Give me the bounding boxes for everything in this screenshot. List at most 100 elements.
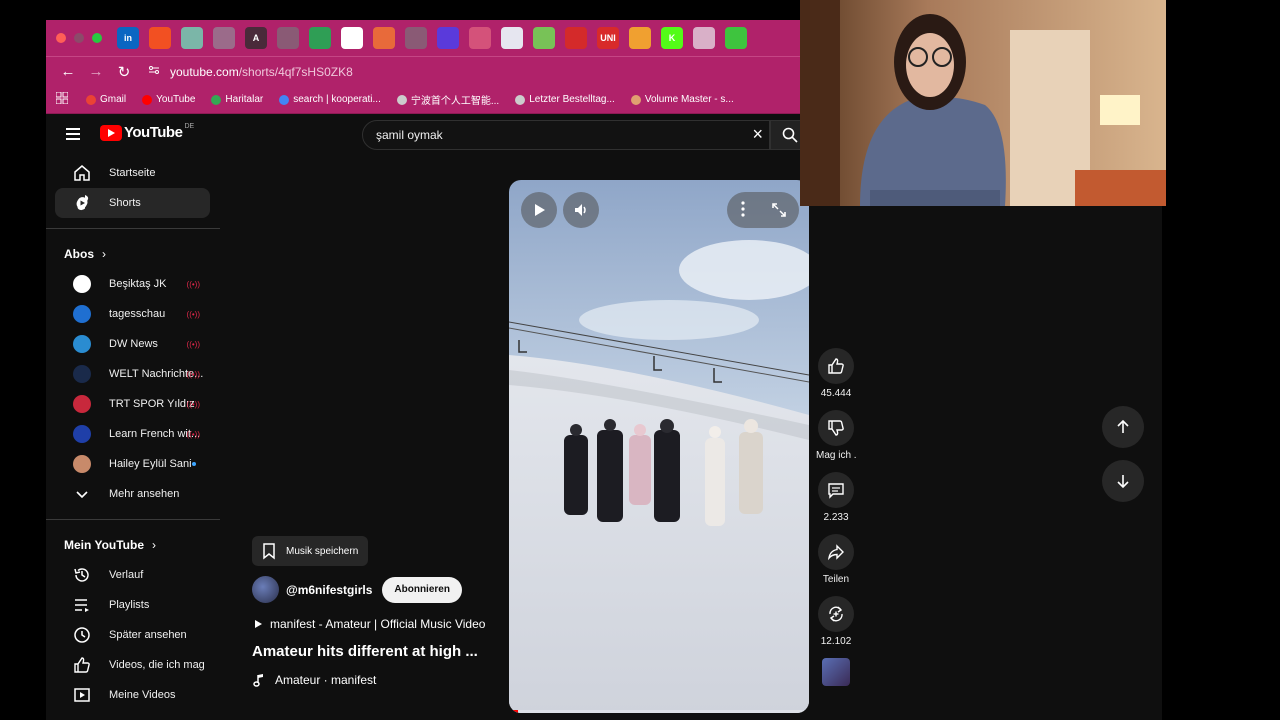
- sidebar-item-label: Verlauf: [109, 569, 144, 581]
- short-video-player[interactable]: [509, 180, 809, 713]
- sidebar-item-history[interactable]: Verlauf: [55, 560, 210, 590]
- save-music-button[interactable]: Musik speichern: [252, 536, 369, 566]
- order-bookmark[interactable]: Letzter Bestelltag...: [515, 94, 615, 105]
- doc-icon[interactable]: [501, 27, 523, 49]
- dislike-button[interactable]: [818, 410, 854, 446]
- save-music-label: Musik speichern: [286, 545, 359, 557]
- fullscreen-icon[interactable]: [771, 202, 787, 223]
- subscription-item[interactable]: tagesschau ((•)): [55, 299, 210, 329]
- playlist-icon: [73, 596, 91, 614]
- maximize-window-button[interactable]: [92, 33, 102, 43]
- google-drive-icon[interactable]: [309, 27, 331, 49]
- subscription-item[interactable]: Learn French wit... ((•)): [55, 419, 210, 449]
- clear-search-icon[interactable]: ×: [752, 124, 763, 145]
- gmail-icon: [86, 94, 96, 105]
- sidebar-item-watch-later[interactable]: Später ansehen: [55, 620, 210, 650]
- youtube-bookmark[interactable]: YouTube: [142, 94, 195, 105]
- volume-bookmark[interactable]: Volume Master - s...: [630, 94, 734, 105]
- orange-icon[interactable]: [629, 27, 651, 49]
- site-info-icon[interactable]: [148, 63, 160, 81]
- related-video-link[interactable]: manifest - Amateur | Official Music Vide…: [252, 617, 512, 631]
- minimize-window-button[interactable]: [74, 33, 84, 43]
- sidebar-item-playlists[interactable]: Playlists: [55, 590, 210, 620]
- video-progress-bar[interactable]: [509, 710, 809, 713]
- subscription-item[interactable]: DW News ((•)): [55, 329, 210, 359]
- short-title[interactable]: Amateur hits different at high ...: [252, 643, 512, 660]
- comment-count: 2.233: [823, 512, 849, 523]
- audio-link[interactable]: Amateur · manifest: [252, 672, 512, 688]
- subscription-item[interactable]: Hailey Eylül Sani: [55, 449, 210, 479]
- sidebar-item-home[interactable]: Startseite: [55, 158, 210, 188]
- android-icon[interactable]: [533, 27, 555, 49]
- next-short-button[interactable]: [1102, 460, 1144, 502]
- sidebar-item-liked[interactable]: Videos, die ich mag: [55, 650, 210, 680]
- previous-short-button[interactable]: [1102, 406, 1144, 448]
- play-button[interactable]: [521, 192, 557, 228]
- globe-icon[interactable]: [277, 27, 299, 49]
- back-button[interactable]: ←: [56, 63, 80, 80]
- subscriptions-header[interactable]: Abos ›: [46, 239, 220, 269]
- country-code: DE: [184, 123, 195, 130]
- linkedin-icon[interactable]: in: [117, 27, 139, 49]
- more-options-icon[interactable]: [741, 201, 745, 222]
- close-window-button[interactable]: [56, 33, 66, 43]
- sound-thumbnail[interactable]: [822, 658, 850, 686]
- microsoft-icon[interactable]: [149, 27, 171, 49]
- news-icon[interactable]: UNI: [597, 27, 619, 49]
- channel-avatar[interactable]: [252, 576, 279, 603]
- gemini-icon[interactable]: [341, 27, 363, 49]
- claude-icon[interactable]: A: [245, 27, 267, 49]
- sidebar-divider: [46, 228, 220, 229]
- chatgpt-icon[interactable]: [181, 27, 203, 49]
- red-bookmark-icon[interactable]: [565, 27, 587, 49]
- url-field[interactable]: youtube.com/shorts/4qf7sHS0ZK8: [170, 65, 353, 79]
- short-metadata: Musik speichern @m6nifestgirls Abonniere…: [252, 536, 512, 688]
- live-icon: ((•)): [186, 399, 200, 409]
- subscription-item[interactable]: TRT SPOR Yıldız ((•)): [55, 389, 210, 419]
- grid-icon[interactable]: [693, 27, 715, 49]
- menu-icon[interactable]: [66, 128, 80, 140]
- sidebar-divider: [46, 519, 220, 520]
- search-input[interactable]: şamil oymak ×: [362, 120, 770, 150]
- subscribe-button[interactable]: Abonnieren: [382, 576, 462, 603]
- like-button[interactable]: [818, 348, 854, 384]
- bookmark-label: Gmail: [100, 94, 127, 105]
- duck-icon[interactable]: [373, 27, 395, 49]
- show-more-button[interactable]: Mehr ansehen: [55, 479, 210, 509]
- sidebar-item-my-videos[interactable]: Meine Videos: [55, 680, 210, 710]
- share-button[interactable]: [818, 534, 854, 570]
- sidebar-item-label: Startseite: [109, 167, 156, 179]
- apps-grid-icon[interactable]: [55, 91, 69, 107]
- reload-button[interactable]: ↻: [112, 63, 136, 81]
- youtube-logo[interactable]: YouTube DE: [100, 123, 195, 141]
- remix-button[interactable]: [818, 596, 854, 632]
- bird-icon[interactable]: [213, 27, 235, 49]
- comments-button[interactable]: [818, 472, 854, 508]
- forward-button[interactable]: →: [84, 63, 108, 80]
- video-icon: [73, 686, 91, 704]
- purple-app-icon[interactable]: [437, 27, 459, 49]
- kick-icon[interactable]: K: [661, 27, 683, 49]
- volume-button[interactable]: [563, 192, 599, 228]
- green-ring-icon[interactable]: [725, 27, 747, 49]
- globe-icon[interactable]: [405, 27, 427, 49]
- subscriptions-title: Abos: [64, 247, 94, 261]
- subscription-item[interactable]: WELT Nachrichte... ((•)): [55, 359, 210, 389]
- gmail-bookmark[interactable]: Gmail: [86, 94, 126, 105]
- subscription-item[interactable]: Beşiktaş JK ((•)): [55, 269, 210, 299]
- volume-icon: [630, 94, 641, 105]
- sidebar-item-shorts[interactable]: Shorts: [55, 188, 210, 218]
- search-bookmark[interactable]: search | kooperati...: [279, 94, 381, 105]
- channel-name[interactable]: @m6nifestgirls: [286, 583, 372, 597]
- tab-list: in A UNI K: [112, 27, 752, 49]
- search-icon: [782, 127, 798, 143]
- subscriptions-list: Beşiktaş JK ((•)) tagesschau ((•)) DW News ((…: [46, 269, 220, 479]
- webcam-overlay: [800, 0, 1166, 206]
- you-header[interactable]: Mein YouTube ›: [46, 530, 220, 560]
- ningbo-bookmark[interactable]: 宁波首个人工智能...: [396, 92, 499, 107]
- sidebar-main: Startseite Shorts: [46, 158, 220, 218]
- stripe-icon[interactable]: [469, 27, 491, 49]
- dislike-action: Mag ich .: [816, 410, 857, 461]
- haritalar-bookmark[interactable]: Haritalar: [211, 94, 263, 105]
- subscription-label: tagesschau: [109, 308, 166, 320]
